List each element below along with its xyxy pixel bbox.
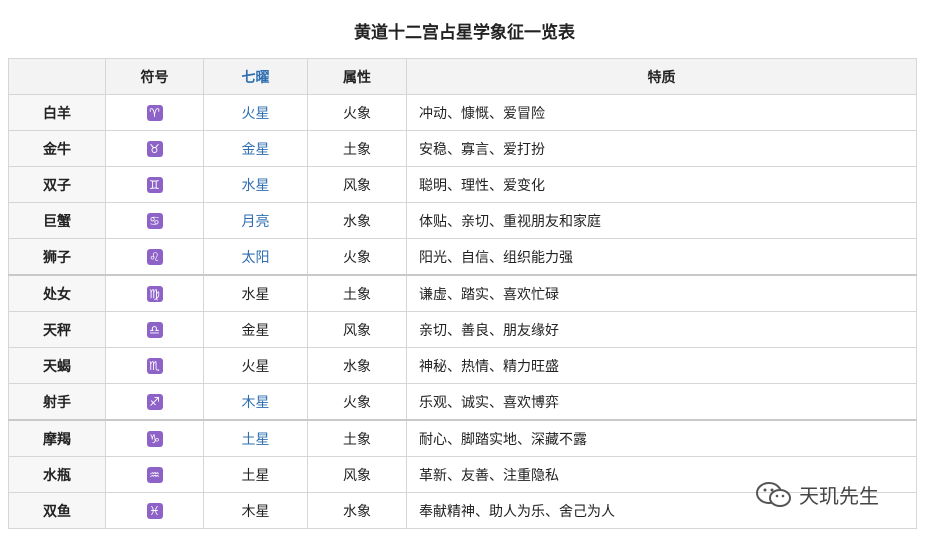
zodiac-symbol-icon: ♑ xyxy=(146,430,163,447)
zodiac-symbol-icon: ♌ xyxy=(146,248,163,265)
sign-symbol-cell: ♌ xyxy=(105,238,204,276)
element: 土象 xyxy=(307,274,407,312)
header-planet[interactable]: 七曜 xyxy=(203,58,308,95)
traits: 神秘、热情、精力旺盛 xyxy=(406,347,917,384)
sign-symbol-cell: ♎ xyxy=(105,311,204,348)
table-row: 金牛 ♉ 金星 土象 安稳、寡言、爱打扮 xyxy=(8,130,917,167)
header-symbol: 符号 xyxy=(105,58,204,95)
zodiac-symbol-icon: ♒ xyxy=(146,466,163,483)
traits: 阳光、自信、组织能力强 xyxy=(406,238,917,276)
element: 土象 xyxy=(307,130,407,167)
header-name xyxy=(8,58,106,95)
table-row: 天秤 ♎ 金星 风象 亲切、善良、朋友缘好 xyxy=(8,311,917,348)
element: 土象 xyxy=(307,419,407,457)
sign-name: 巨蟹 xyxy=(8,202,106,239)
sign-symbol-cell: ♍ xyxy=(105,274,204,312)
watermark-text: 天玑先生 xyxy=(799,484,879,508)
table-row: 处女 ♍ 水星 土象 谦虚、踏实、喜欢忙碌 xyxy=(8,274,917,312)
zodiac-symbol-icon: ♓ xyxy=(146,502,163,519)
traits: 耐心、脚踏实地、深藏不露 xyxy=(406,419,917,457)
element: 水象 xyxy=(307,202,407,239)
traits: 亲切、善良、朋友缘好 xyxy=(406,311,917,348)
traits: 谦虚、踏实、喜欢忙碌 xyxy=(406,274,917,312)
element: 火象 xyxy=(307,238,407,276)
sign-name: 天蝎 xyxy=(8,347,106,384)
sign-name: 摩羯 xyxy=(8,419,106,457)
planet-link[interactable]: 土星 xyxy=(203,419,308,457)
element: 风象 xyxy=(307,166,407,203)
element: 火象 xyxy=(307,383,407,421)
zodiac-symbol-icon: ♊ xyxy=(146,176,163,193)
sign-symbol-cell: ♓ xyxy=(105,492,204,529)
planet-name: 木星 xyxy=(203,492,308,529)
planet-name: 水星 xyxy=(203,274,308,312)
sign-name: 处女 xyxy=(8,274,106,312)
table-header-row: 符号 七曜 属性 特质 xyxy=(8,58,917,95)
zodiac-symbol-icon: ♏ xyxy=(146,357,163,374)
table-row: 摩羯 ♑ 土星 土象 耐心、脚踏实地、深藏不露 xyxy=(8,419,917,457)
planet-link[interactable]: 火星 xyxy=(203,94,308,131)
sign-name: 天秤 xyxy=(8,311,106,348)
traits: 冲动、慷慨、爱冒险 xyxy=(406,94,917,131)
zodiac-table: 符号 七曜 属性 特质 白羊 ♈ 火星 火象 冲动、慷慨、爱冒险 金牛 ♉ 金星 土象 安稳、寡言… xyxy=(8,58,917,529)
planet-link[interactable]: 太阳 xyxy=(203,238,308,276)
sign-name: 狮子 xyxy=(8,238,106,276)
watermark: 天玑先生 xyxy=(755,480,879,509)
planet-link[interactable]: 月亮 xyxy=(203,202,308,239)
zodiac-symbol-icon: ♎ xyxy=(146,321,163,338)
traits: 体贴、亲切、重视朋友和家庭 xyxy=(406,202,917,239)
planet-link[interactable]: 木星 xyxy=(203,383,308,421)
wechat-icon xyxy=(756,481,791,507)
sign-symbol-cell: ♏ xyxy=(105,347,204,384)
zodiac-symbol-icon: ♋ xyxy=(146,212,163,229)
planet-name: 火星 xyxy=(203,347,308,384)
sign-symbol-cell: ♋ xyxy=(105,202,204,239)
table-row: 巨蟹 ♋ 月亮 水象 体贴、亲切、重视朋友和家庭 xyxy=(8,202,917,239)
element: 水象 xyxy=(307,492,407,529)
header-element: 属性 xyxy=(307,58,407,95)
sign-symbol-cell: ♒ xyxy=(105,456,204,493)
sign-name: 白羊 xyxy=(8,94,106,131)
zodiac-symbol-icon: ♉ xyxy=(146,140,163,157)
zodiac-symbol-icon: ♈ xyxy=(146,104,163,121)
sign-name: 双子 xyxy=(8,166,106,203)
planet-name: 金星 xyxy=(203,311,308,348)
page-title: 黄道十二宫占星学象征一览表 xyxy=(354,23,575,43)
sign-name: 射手 xyxy=(8,383,106,421)
zodiac-symbol-icon: ♍ xyxy=(146,285,163,302)
traits: 安稳、寡言、爱打扮 xyxy=(406,130,917,167)
traits: 乐观、诚实、喜欢博弈 xyxy=(406,383,917,421)
traits: 聪明、理性、爱变化 xyxy=(406,166,917,203)
table-row: 狮子 ♌ 太阳 火象 阳光、自信、组织能力强 xyxy=(8,238,917,276)
zodiac-symbol-icon: ♐ xyxy=(146,393,163,410)
sign-name: 金牛 xyxy=(8,130,106,167)
sign-symbol-cell: ♈ xyxy=(105,94,204,131)
table-row: 双子 ♊ 水星 风象 聪明、理性、爱变化 xyxy=(8,166,917,203)
sign-name: 双鱼 xyxy=(8,492,106,529)
table-row: 白羊 ♈ 火星 火象 冲动、慷慨、爱冒险 xyxy=(8,94,917,131)
table-row: 天蝎 ♏ 火星 水象 神秘、热情、精力旺盛 xyxy=(8,347,917,384)
table-row: 射手 ♐ 木星 火象 乐观、诚实、喜欢博弈 xyxy=(8,383,917,421)
sign-name: 水瓶 xyxy=(8,456,106,493)
planet-link[interactable]: 金星 xyxy=(203,130,308,167)
element: 水象 xyxy=(307,347,407,384)
header-trait: 特质 xyxy=(406,58,917,95)
element: 风象 xyxy=(307,456,407,493)
sign-symbol-cell: ♐ xyxy=(105,383,204,421)
planet-name: 土星 xyxy=(203,456,308,493)
sign-symbol-cell: ♊ xyxy=(105,166,204,203)
element: 风象 xyxy=(307,311,407,348)
sign-symbol-cell: ♉ xyxy=(105,130,204,167)
element: 火象 xyxy=(307,94,407,131)
sign-symbol-cell: ♑ xyxy=(105,419,204,457)
planet-link[interactable]: 水星 xyxy=(203,166,308,203)
